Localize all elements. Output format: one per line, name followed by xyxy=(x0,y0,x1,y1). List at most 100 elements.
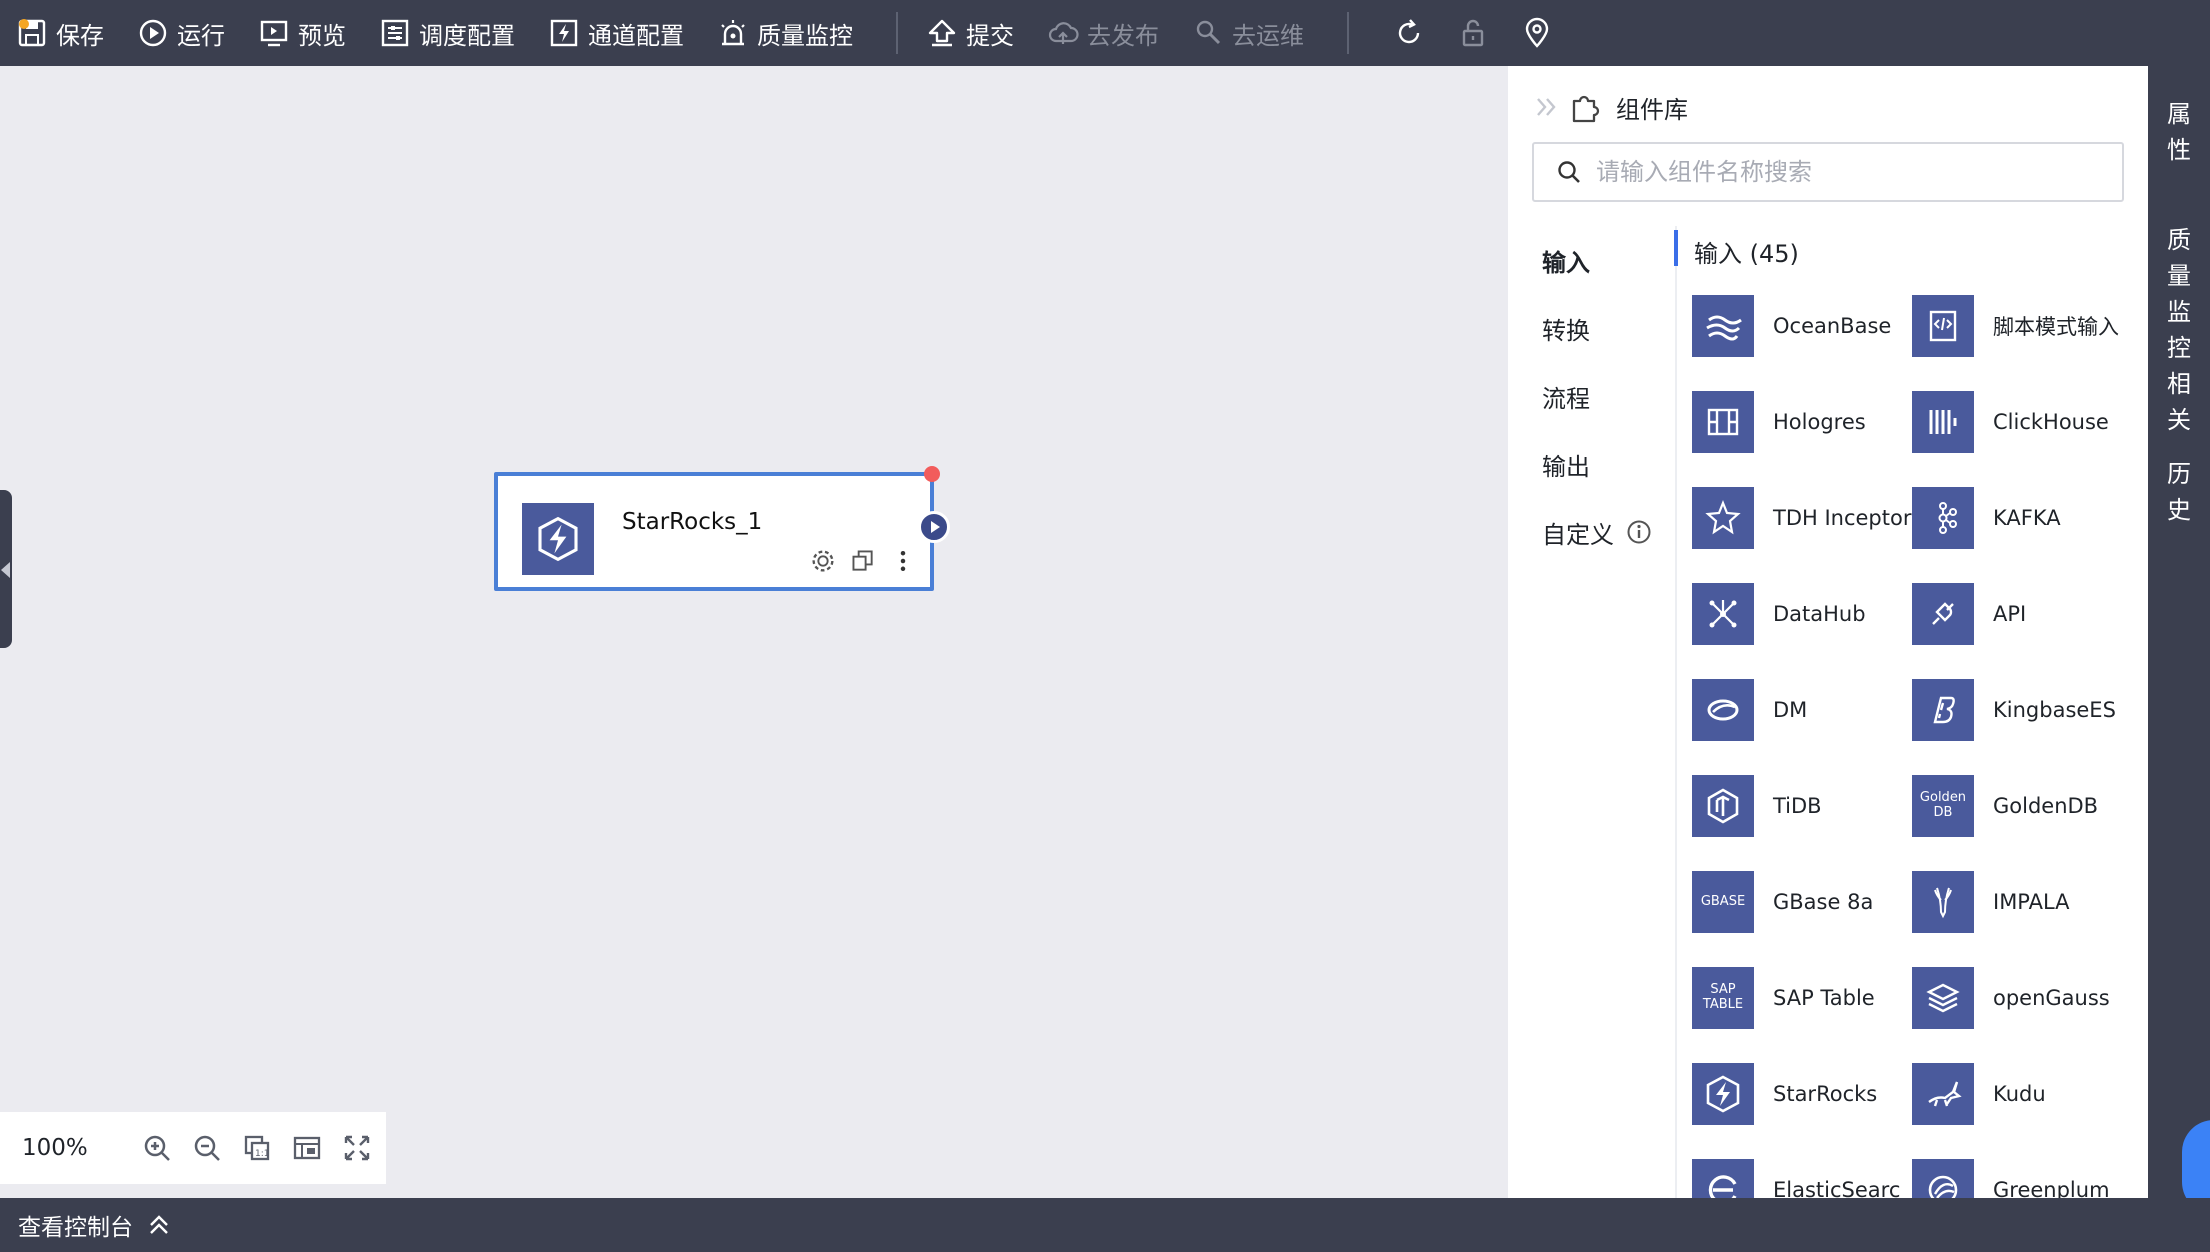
preview-label: 预览 xyxy=(298,21,346,50)
schedule-config-button[interactable]: 调度配置 xyxy=(379,0,531,66)
unlock-icon xyxy=(1462,19,1484,47)
component-item[interactable]: TDH Inceptor xyxy=(1692,470,1912,566)
node-settings-button[interactable] xyxy=(808,546,838,576)
node-actions xyxy=(808,546,918,576)
component-search-box[interactable] xyxy=(1532,142,2124,202)
impala-icon xyxy=(1912,871,1974,933)
component-item[interactable]: KingbaseES xyxy=(1912,662,2132,758)
hologres-icon xyxy=(1692,391,1754,453)
component-badge-text: GBASE xyxy=(1700,893,1746,909)
plug-icon xyxy=(1912,583,1974,645)
actual-size-button[interactable]: 1:1 xyxy=(232,1123,282,1173)
library-header: 组件库 xyxy=(1532,82,1688,132)
submit-button[interactable]: 提交 xyxy=(926,0,1030,66)
node-output-port[interactable] xyxy=(918,511,950,543)
ops-button[interactable]: 去运维 xyxy=(1192,0,1320,66)
component-item[interactable]: OceanBase xyxy=(1692,278,1912,374)
run-button[interactable]: 运行 xyxy=(137,0,241,66)
component-item[interactable]: TiDB xyxy=(1692,758,1912,854)
component-item[interactable]: Kudu xyxy=(1912,1046,2132,1142)
refresh-button[interactable] xyxy=(1377,0,1441,66)
channel-config-button[interactable]: 通道配置 xyxy=(548,0,700,66)
component-item[interactable]: DM xyxy=(1692,662,1912,758)
component-item[interactable]: API xyxy=(1912,566,2132,662)
component-name: IMPALA xyxy=(1993,890,2070,914)
kudu-icon xyxy=(1912,1063,1974,1125)
component-badge-text: Golden DB xyxy=(1919,790,1967,820)
cloud-upload-icon xyxy=(1048,22,1079,44)
fullscreen-icon xyxy=(344,1135,370,1161)
opengauss-icon xyxy=(1912,967,1974,1029)
node-status-dot xyxy=(924,466,940,482)
component-name: API xyxy=(1993,602,2027,626)
run-label: 运行 xyxy=(177,21,225,50)
category-divider xyxy=(1675,226,1677,1198)
preview-button[interactable]: 预览 xyxy=(258,0,362,66)
more-vertical-icon xyxy=(900,550,906,572)
double-chevron-up-icon[interactable] xyxy=(145,1211,173,1239)
fullscreen-button[interactable] xyxy=(332,1123,382,1173)
canvas-node-starrocks[interactable]: StarRocks_1 xyxy=(494,466,950,591)
component-name: GoldenDB xyxy=(1993,794,2099,818)
component-item[interactable]: KAFKA xyxy=(1912,470,2132,566)
rail-tab-related[interactable]: 相关 xyxy=(2148,366,2210,438)
component-badge-text: SAP TABLE xyxy=(1702,982,1744,1012)
channel-config-label: 通道配置 xyxy=(588,21,684,50)
category-transform[interactable]: 转换 xyxy=(1508,294,1675,362)
locate-button[interactable] xyxy=(1505,0,1569,66)
chevron-left-icon xyxy=(1,562,10,578)
component-item[interactable]: openGauss xyxy=(1912,950,2132,1046)
zoom-level: 100% xyxy=(22,1135,88,1161)
category-label: 自定义 xyxy=(1542,520,1614,549)
component-item[interactable]: DataHub xyxy=(1692,566,1912,662)
component-search-input[interactable] xyxy=(1596,158,2096,186)
component-item[interactable]: Golden DB GoldenDB xyxy=(1912,758,2132,854)
node-copy-button[interactable] xyxy=(848,546,878,576)
node-title: StarRocks_1 xyxy=(622,509,763,535)
monitor-preview-icon xyxy=(260,20,288,47)
star-icon xyxy=(1692,487,1754,549)
category-input[interactable]: 输入 xyxy=(1508,226,1675,294)
search-icon xyxy=(1558,161,1580,183)
lightning-icon xyxy=(550,19,578,47)
component-item[interactable]: IMPALA xyxy=(1912,854,2132,950)
component-item[interactable]: SAP TABLE SAP Table xyxy=(1692,950,1912,1046)
oceanbase-icon xyxy=(1692,295,1754,357)
rail-tab-history[interactable]: 历史 xyxy=(2148,456,2210,528)
save-button[interactable]: 保存 xyxy=(16,0,120,66)
fit-canvas-icon xyxy=(293,1136,321,1160)
publish-button[interactable]: 去发布 xyxy=(1047,0,1175,66)
component-item[interactable]: GBASE GBase 8a xyxy=(1692,854,1912,950)
zoom-out-button[interactable] xyxy=(182,1123,232,1173)
zoom-in-button[interactable] xyxy=(132,1123,182,1173)
map-pin-icon xyxy=(1525,17,1549,48)
upload-arrow-icon xyxy=(928,19,956,47)
quality-monitor-button[interactable]: 质量监控 xyxy=(717,0,869,66)
category-custom[interactable]: 自定义 xyxy=(1508,498,1675,566)
active-category-indicator xyxy=(1674,230,1678,266)
component-item[interactable]: ClickHouse xyxy=(1912,374,2132,470)
fit-canvas-button[interactable] xyxy=(282,1123,332,1173)
double-chevron-right-icon[interactable] xyxy=(1532,92,1562,122)
node-more-button[interactable] xyxy=(888,546,918,576)
category-label: 转换 xyxy=(1542,316,1590,345)
script-icon xyxy=(1912,295,1974,357)
gbase-icon: GBASE xyxy=(1692,871,1754,933)
category-flow[interactable]: 流程 xyxy=(1508,362,1675,430)
left-panel-toggle[interactable] xyxy=(0,490,12,648)
refresh-icon xyxy=(1398,19,1420,44)
component-item[interactable]: 脚本模式输入 xyxy=(1912,278,2132,374)
info-icon[interactable] xyxy=(1626,519,1652,545)
svg-text:1:1: 1:1 xyxy=(255,1149,269,1159)
component-item[interactable]: StarRocks xyxy=(1692,1046,1912,1142)
console-bar[interactable]: 查看控制台 xyxy=(0,1198,2210,1252)
workflow-canvas[interactable]: StarRocks_1 100% 1:1 xyxy=(0,66,1508,1198)
quality-monitor-label: 质量监控 xyxy=(757,21,853,50)
library-title: 组件库 xyxy=(1616,95,1688,124)
component-item[interactable]: Hologres xyxy=(1692,374,1912,470)
rail-tab-properties[interactable]: 属性 xyxy=(2148,96,2210,168)
rail-tab-quality-monitor[interactable]: 质量监控 xyxy=(2148,222,2210,366)
category-output[interactable]: 输出 xyxy=(1508,430,1675,498)
lock-button[interactable] xyxy=(1441,0,1505,66)
zoom-controls: 100% 1:1 xyxy=(0,1112,386,1184)
